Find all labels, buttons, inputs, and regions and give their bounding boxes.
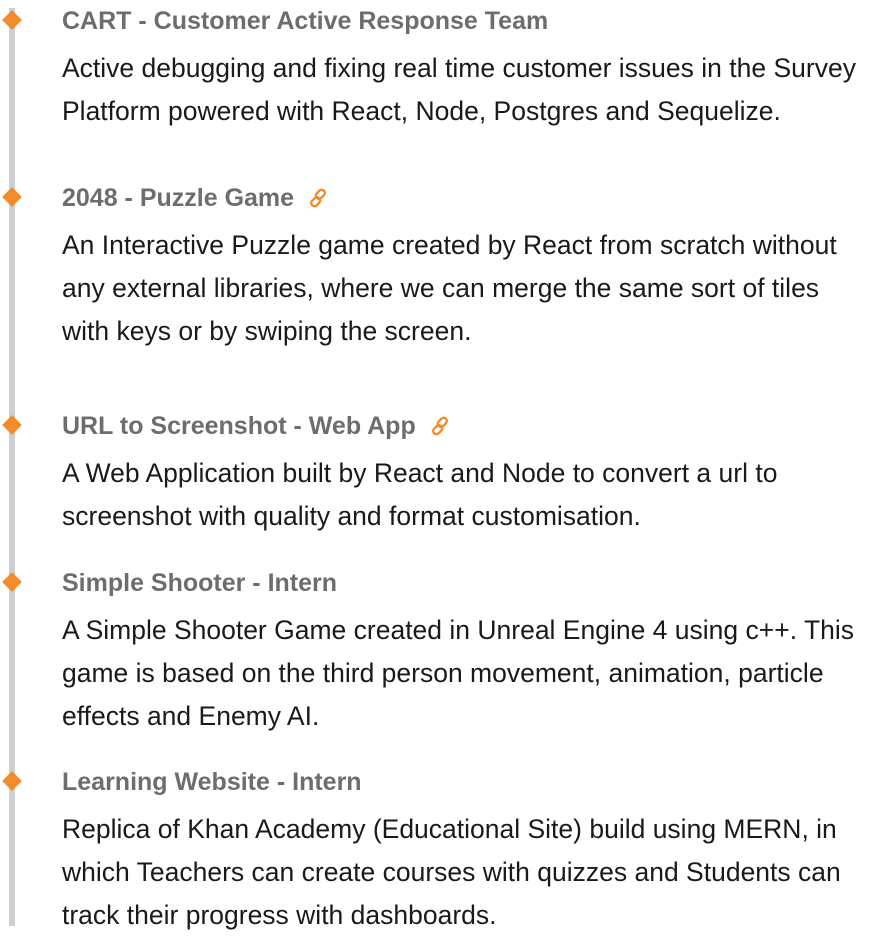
diamond-marker-icon <box>2 572 22 592</box>
item-title-text: 2048 - Puzzle Game <box>62 184 295 213</box>
item-title: CART - Customer Active Response Team <box>62 0 548 41</box>
diamond-marker-icon <box>2 771 22 791</box>
item-description: A Simple Shooter Game created in Unreal … <box>62 615 855 731</box>
item-title: Learning Website - Intern <box>62 761 362 802</box>
item-description: Active debugging and fixing real time cu… <box>62 53 856 126</box>
item-description: A Web Application built by React and Nod… <box>62 458 778 531</box>
item-title-text: CART - Customer Active Response Team <box>62 7 549 36</box>
item-title: 2048 - Puzzle Game <box>62 177 329 218</box>
item-description: An Interactive Puzzle game created by Re… <box>62 230 837 346</box>
item-title-text: Learning Website - Intern <box>62 768 362 797</box>
item-description: Replica of Khan Academy (Educational Sit… <box>62 814 841 930</box>
project-timeline: CART - Customer Active Response Team Act… <box>0 0 877 930</box>
item-title-text: Simple Shooter - Intern <box>62 569 338 598</box>
diamond-marker-icon <box>2 187 22 207</box>
link-icon[interactable] <box>307 187 329 209</box>
link-icon[interactable] <box>429 415 451 437</box>
diamond-marker-icon <box>2 10 22 30</box>
item-title: URL to Screenshot - Web App <box>62 405 451 446</box>
diamond-marker-icon <box>2 415 22 435</box>
item-title: Simple Shooter - Intern <box>62 562 337 603</box>
item-title-text: URL to Screenshot - Web App <box>62 412 416 441</box>
